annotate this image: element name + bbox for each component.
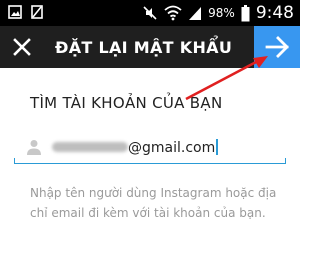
signal-icon bbox=[189, 7, 202, 20]
field-underline bbox=[14, 158, 286, 164]
text-cursor bbox=[216, 139, 218, 155]
email-input-value[interactable]: @gmail.com bbox=[128, 139, 218, 156]
battery-percent: 98% bbox=[208, 6, 235, 20]
helper-text: Nhập tên người dùng Instagram hoặc địa c… bbox=[30, 186, 277, 220]
arrow-right-icon bbox=[265, 36, 289, 58]
blurred-username bbox=[52, 142, 128, 152]
close-icon bbox=[13, 38, 31, 56]
mute-icon bbox=[143, 6, 157, 20]
notification-off-icon bbox=[31, 5, 43, 19]
close-button[interactable] bbox=[10, 35, 34, 59]
wifi-icon bbox=[164, 5, 182, 21]
image-icon bbox=[8, 5, 22, 19]
person-icon bbox=[27, 140, 41, 155]
page-title: ĐẶT LẠI MẬT KHẨU bbox=[55, 38, 233, 57]
username-email-field[interactable]: @gmail.com bbox=[14, 130, 286, 164]
find-account-heading: TÌM TÀI KHOẢN CỦA BẠN bbox=[30, 94, 223, 112]
status-bar: 98% 9:48 bbox=[0, 0, 300, 26]
clock: 9:48 bbox=[255, 3, 294, 23]
battery-icon bbox=[241, 4, 250, 21]
next-button[interactable] bbox=[254, 26, 300, 68]
